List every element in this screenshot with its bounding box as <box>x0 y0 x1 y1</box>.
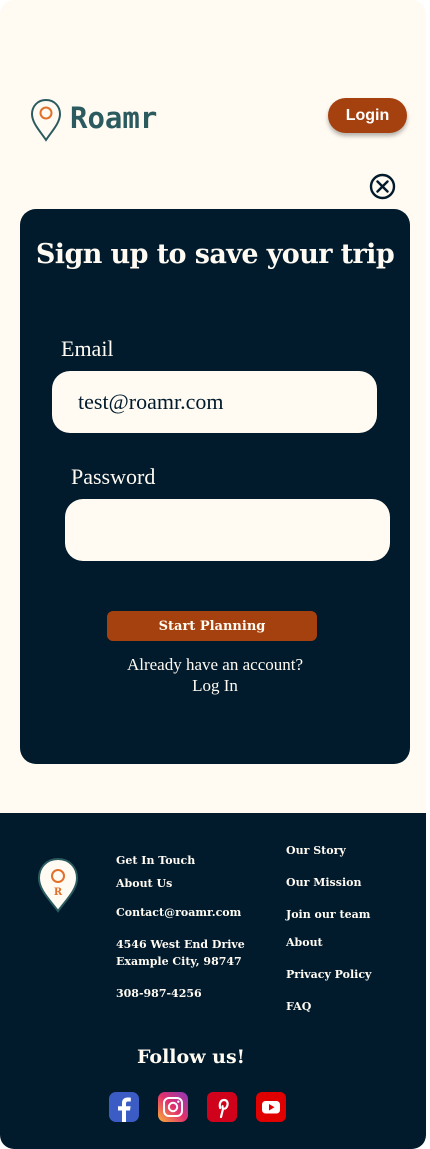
map-pin-icon <box>30 98 62 142</box>
contact-email-link[interactable]: Contact@roamr.com <box>116 905 241 921</box>
pinterest-icon[interactable] <box>207 1092 237 1122</box>
footer-link-faq[interactable]: FAQ <box>286 999 311 1015</box>
close-icon[interactable] <box>369 173 396 200</box>
footer-link-our-mission[interactable]: Our Mission <box>286 875 361 891</box>
follow-us-heading: Follow us! <box>136 1046 246 1068</box>
email-label: Email <box>61 336 114 361</box>
modal-title: Sign up to save your trip <box>35 239 395 270</box>
facebook-icon[interactable] <box>109 1092 139 1122</box>
youtube-icon[interactable] <box>256 1092 286 1122</box>
signup-modal: Sign up to save your trip Email Password… <box>20 209 410 764</box>
page: Roamr Login Sign up to save your trip Em… <box>0 0 426 1149</box>
brand-name: Roamr <box>70 101 158 135</box>
brand-logo[interactable]: Roamr <box>30 98 157 142</box>
instagram-icon[interactable] <box>158 1092 188 1122</box>
footer-link-our-story[interactable]: Our Story <box>286 843 346 859</box>
password-field[interactable] <box>65 499 390 561</box>
start-planning-button[interactable]: Start Planning <box>107 611 317 641</box>
email-field[interactable] <box>52 371 377 433</box>
footer-link-about[interactable]: About <box>286 935 323 951</box>
already-account-text: Already have an account? <box>126 655 304 674</box>
log-in-link[interactable]: Log In <box>20 676 410 696</box>
footer-link-join-our-team[interactable]: Join our team <box>286 907 370 923</box>
footer-logo-icon: R <box>37 857 79 913</box>
footer-logo-letter: R <box>54 887 63 898</box>
login-button[interactable]: Login <box>328 98 407 133</box>
password-label: Password <box>71 464 156 489</box>
address-line1: 4546 West End Drive <box>116 938 245 951</box>
about-us-link[interactable]: About Us <box>116 876 172 892</box>
footer: R Get In Touch About Us Contact@roamr.co… <box>0 813 426 1149</box>
phone-number: 308-987-4256 <box>116 987 202 1000</box>
footer-link-privacy-policy[interactable]: Privacy Policy <box>286 967 371 983</box>
get-in-touch-heading: Get In Touch <box>116 854 196 867</box>
address-line2: Example City, 98747 <box>116 955 242 968</box>
